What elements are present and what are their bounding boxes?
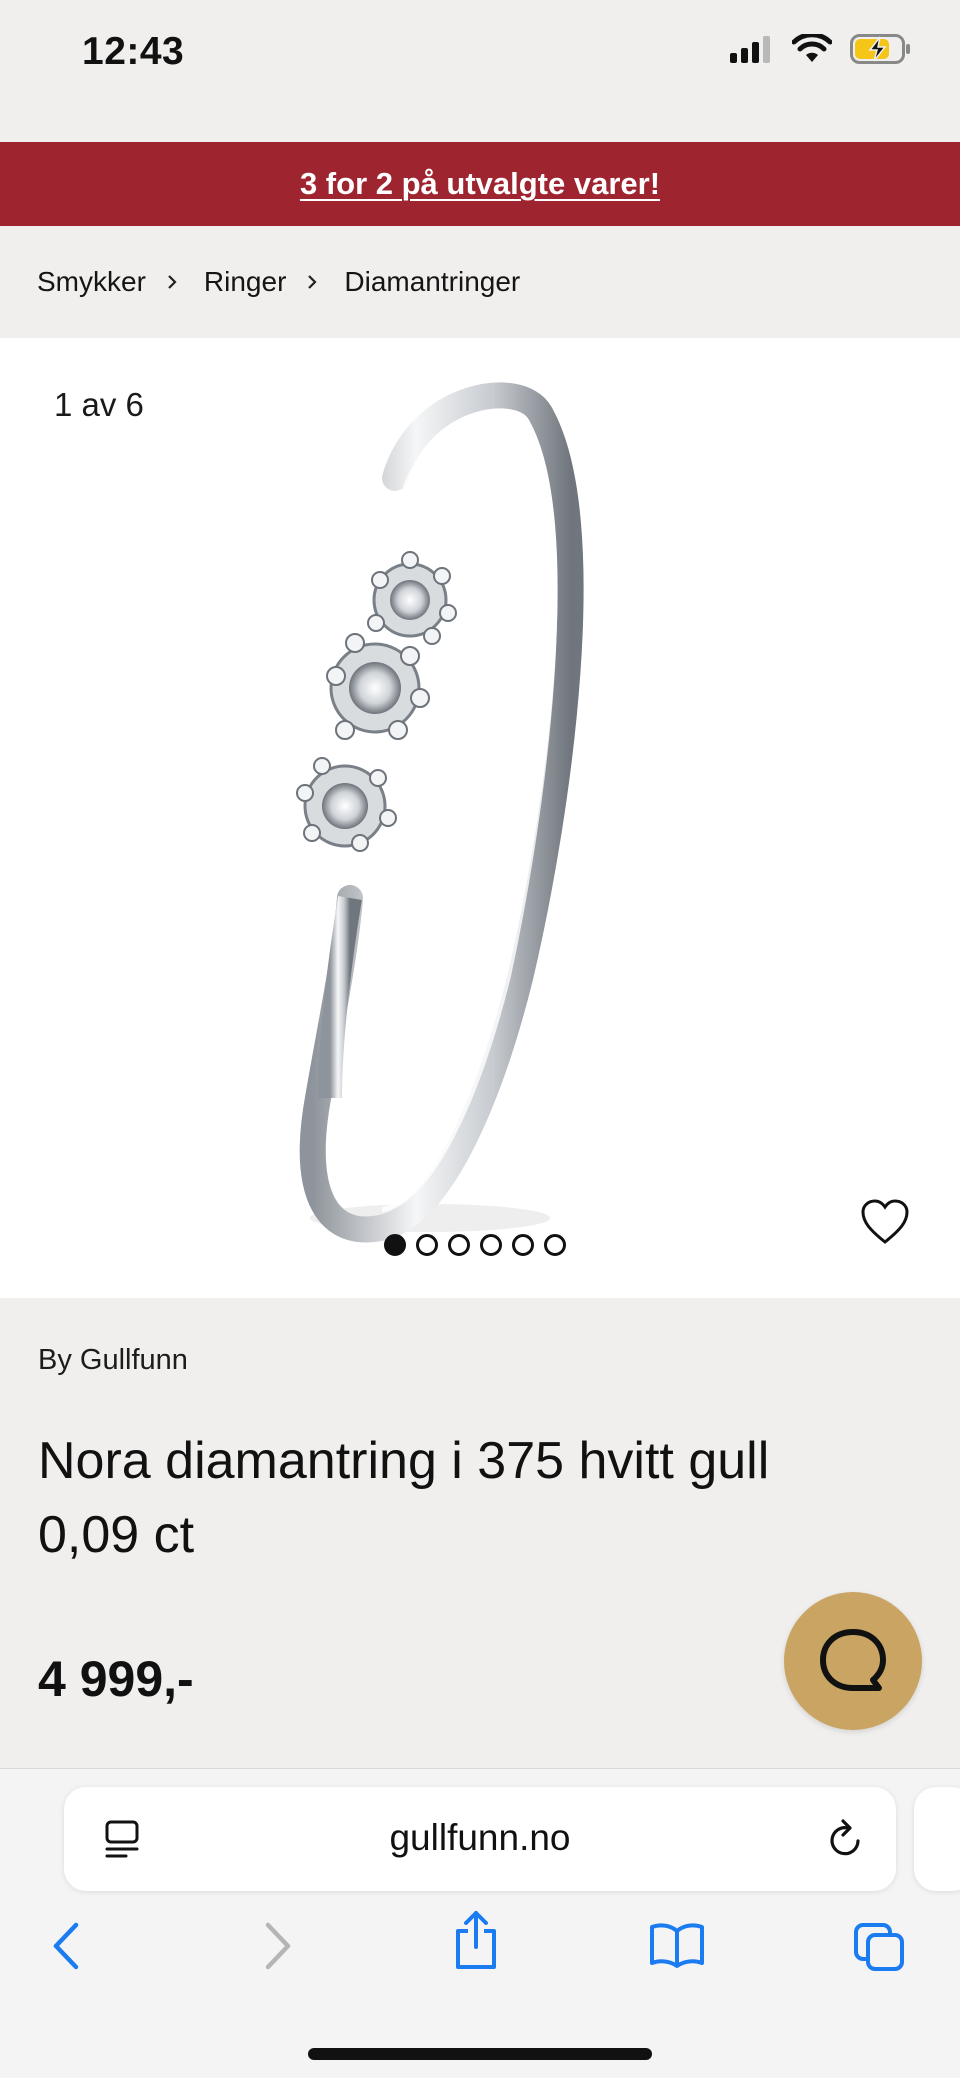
- status-bar: 12:43: [0, 0, 960, 142]
- breadcrumb-item-ringer[interactable]: Ringer: [204, 266, 286, 298]
- wifi-icon: [792, 34, 832, 62]
- pagination-dot[interactable]: [544, 1234, 566, 1256]
- back-arrow-icon[interactable]: [48, 1921, 88, 1971]
- chat-button[interactable]: [784, 1592, 922, 1730]
- home-indicator: [308, 2048, 652, 2060]
- url-text: gullfunn.no: [389, 1817, 571, 1858]
- pagination-dot[interactable]: [512, 1234, 534, 1256]
- cellular-signal-icon: [730, 36, 770, 63]
- product-brand[interactable]: By Gullfunn: [38, 1344, 188, 1377]
- product-image-ring: [296, 382, 584, 1243]
- address-bar[interactable]: gullfunn.no: [64, 1787, 896, 1891]
- chat-bubble-icon: [820, 1629, 886, 1691]
- next-tab-preview[interactable]: [914, 1787, 960, 1891]
- breadcrumb-item-diamantringer[interactable]: Diamantringer: [344, 266, 520, 298]
- breadcrumb: Smykker Ringer Diamantringer: [0, 226, 960, 338]
- browser-toolbar: gullfunn.no: [0, 1768, 960, 2078]
- reload-icon[interactable]: [826, 1817, 866, 1861]
- battery-charging-icon: [850, 34, 910, 64]
- forward-arrow-icon[interactable]: [256, 1921, 296, 1971]
- pagination-dot[interactable]: [480, 1234, 502, 1256]
- pagination-dot[interactable]: [416, 1234, 438, 1256]
- heart-icon: [861, 1199, 909, 1244]
- image-pagination-dots: [384, 1234, 566, 1256]
- product-image-gallery[interactable]: 1 av 6: [0, 338, 960, 1298]
- favorite-button[interactable]: [860, 1198, 910, 1246]
- chevron-right-icon: [306, 274, 318, 290]
- product-price: 4 999,-: [38, 1651, 194, 1707]
- chevron-right-icon: [166, 274, 178, 290]
- product-title: Nora diamantring i 375 hvitt gull 0,09 c…: [38, 1432, 770, 1564]
- pagination-dot[interactable]: [384, 1234, 406, 1256]
- share-icon[interactable]: [452, 1909, 500, 1971]
- breadcrumb-item-smykker[interactable]: Smykker: [37, 266, 146, 298]
- pagination-dot[interactable]: [448, 1234, 470, 1256]
- bookmarks-icon[interactable]: [648, 1921, 706, 1969]
- promo-link[interactable]: 3 for 2 på utvalgte varer!: [300, 166, 660, 202]
- tabs-icon[interactable]: [852, 1921, 906, 1973]
- status-icons: [730, 34, 912, 64]
- promo-banner: 3 for 2 på utvalgte varer!: [0, 142, 960, 226]
- status-time: 12:43: [82, 30, 185, 73]
